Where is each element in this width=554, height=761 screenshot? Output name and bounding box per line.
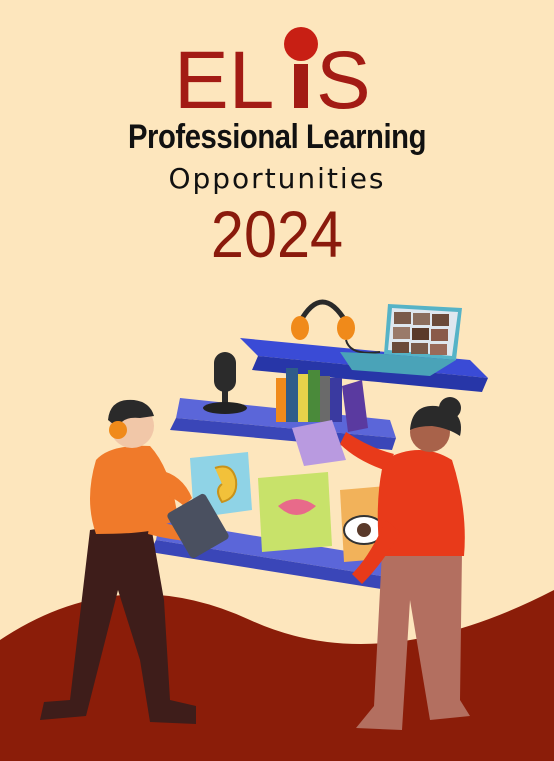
page-subtitle: Opportunities: [168, 162, 386, 195]
page-title: Professional Learning: [127, 118, 427, 156]
cover-page: EL S Professional Learning Opportunities…: [0, 0, 554, 761]
microphone-icon: [203, 352, 247, 414]
elis-logo: EL S: [174, 27, 371, 122]
logo-text-s: S: [316, 35, 371, 122]
logo-i-stem: [294, 64, 308, 108]
logo-text-el: EL: [174, 35, 274, 122]
lips-puzzle-icon: [258, 472, 332, 552]
year-label: 2024: [210, 197, 344, 271]
laptop-icon: [340, 304, 462, 376]
logo-i-dot: [284, 27, 318, 61]
